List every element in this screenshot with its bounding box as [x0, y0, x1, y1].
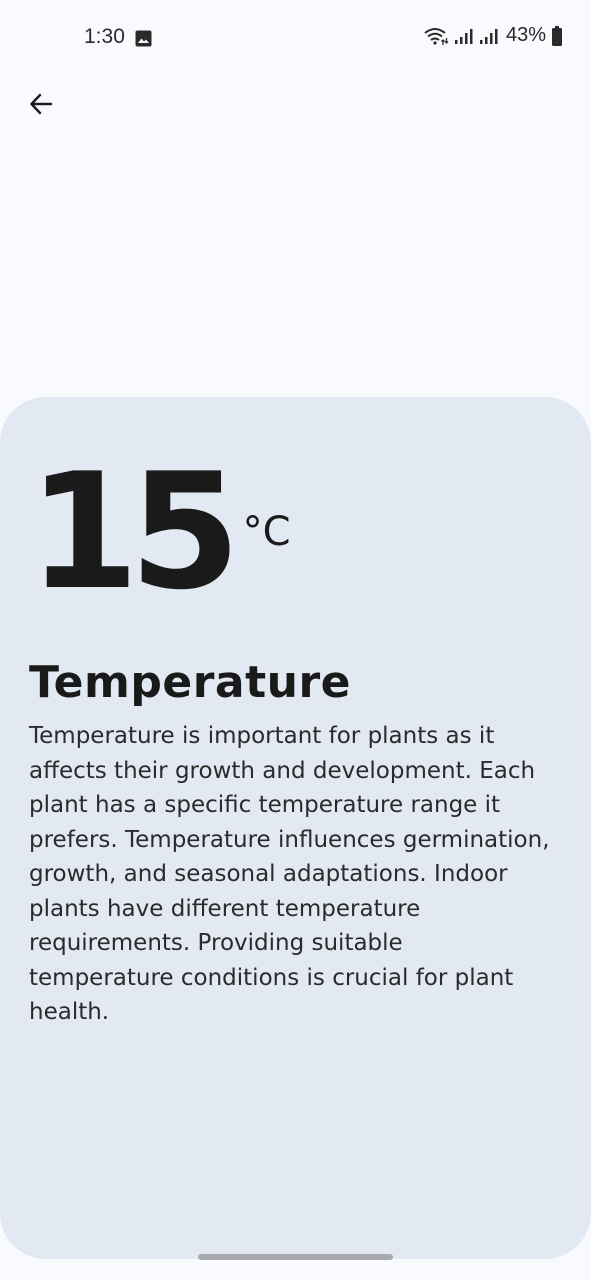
arrow-left-icon: [30, 93, 53, 115]
back-button[interactable]: [20, 83, 62, 125]
card-description: Temperature is important for plants as i…: [29, 723, 550, 1025]
temperature-unit: °C: [242, 509, 291, 555]
status-time: 1:30: [84, 25, 125, 48]
wifi-icon: [424, 27, 449, 45]
battery-percentage: 43%: [505, 24, 546, 46]
gallery-icon: [135, 30, 152, 47]
status-icons: 43%: [423, 24, 563, 47]
temperature-reading: 15 °C: [28, 438, 291, 625]
card-title: Temperature: [29, 657, 351, 708]
battery-icon: [552, 25, 562, 46]
status-bar: 1:30 43%: [0, 0, 591, 78]
signal-icon: [479, 28, 498, 44]
home-indicator[interactable]: [198, 1254, 393, 1260]
temperature-value: 15: [28, 438, 241, 625]
temperature-card: 15 °C Temperature Temperature is importa…: [0, 397, 591, 1259]
signal-icon: [454, 28, 473, 44]
